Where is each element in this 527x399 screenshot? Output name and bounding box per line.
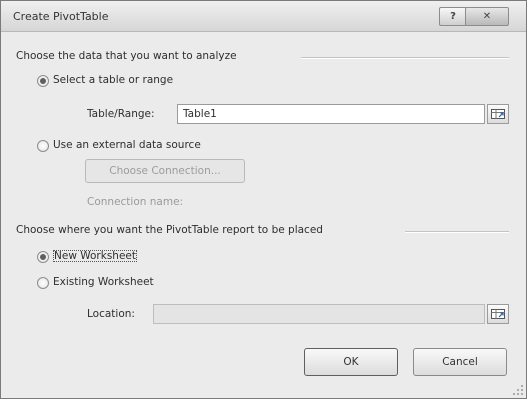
table-range-value: Table1 bbox=[183, 108, 217, 120]
select-table-label[interactable]: Select a table or range bbox=[53, 74, 173, 86]
ok-button-label: OK bbox=[343, 356, 359, 368]
table-range-label: Table/Range: bbox=[87, 108, 155, 120]
placement-section-heading: Choose where you want the PivotTable rep… bbox=[16, 224, 323, 236]
divider bbox=[301, 57, 509, 59]
close-icon: ✕ bbox=[482, 11, 492, 22]
ok-button[interactable]: OK bbox=[304, 348, 398, 376]
location-label: Location: bbox=[87, 308, 135, 320]
help-icon: ? bbox=[450, 11, 456, 22]
dialog-body: Choose the data that you want to analyze… bbox=[1, 32, 526, 398]
existing-worksheet-radio[interactable] bbox=[37, 277, 49, 289]
range-picker-icon bbox=[491, 109, 505, 119]
choose-connection-label: Choose Connection... bbox=[109, 165, 221, 177]
choose-connection-button[interactable]: Choose Connection... bbox=[85, 159, 245, 183]
create-pivottable-dialog: Create PivotTable ? ✕ Choose the data th… bbox=[0, 0, 527, 399]
connection-name-label: Connection name: bbox=[87, 196, 184, 208]
cancel-button[interactable]: Cancel bbox=[413, 348, 507, 376]
data-section-heading: Choose the data that you want to analyze bbox=[16, 50, 237, 62]
new-worksheet-radio[interactable] bbox=[37, 251, 49, 263]
location-input[interactable] bbox=[153, 304, 485, 324]
resize-grip-icon[interactable] bbox=[512, 384, 524, 396]
close-button[interactable]: ✕ bbox=[465, 7, 509, 26]
cancel-button-label: Cancel bbox=[442, 356, 478, 368]
help-button[interactable]: ? bbox=[439, 7, 467, 26]
range-picker-icon bbox=[491, 309, 505, 319]
title-bar: Create PivotTable ? ✕ bbox=[1, 1, 526, 32]
table-range-input[interactable]: Table1 bbox=[177, 104, 485, 124]
existing-worksheet-label[interactable]: Existing Worksheet bbox=[53, 276, 154, 288]
table-range-picker-button[interactable] bbox=[487, 104, 509, 124]
dialog-title: Create PivotTable bbox=[13, 10, 109, 23]
location-picker-button[interactable] bbox=[487, 304, 509, 324]
new-worksheet-label[interactable]: New Worksheet bbox=[53, 250, 137, 262]
external-source-label[interactable]: Use an external data source bbox=[53, 139, 201, 151]
select-table-radio[interactable] bbox=[37, 75, 49, 87]
external-source-radio[interactable] bbox=[37, 140, 49, 152]
divider bbox=[405, 231, 509, 233]
